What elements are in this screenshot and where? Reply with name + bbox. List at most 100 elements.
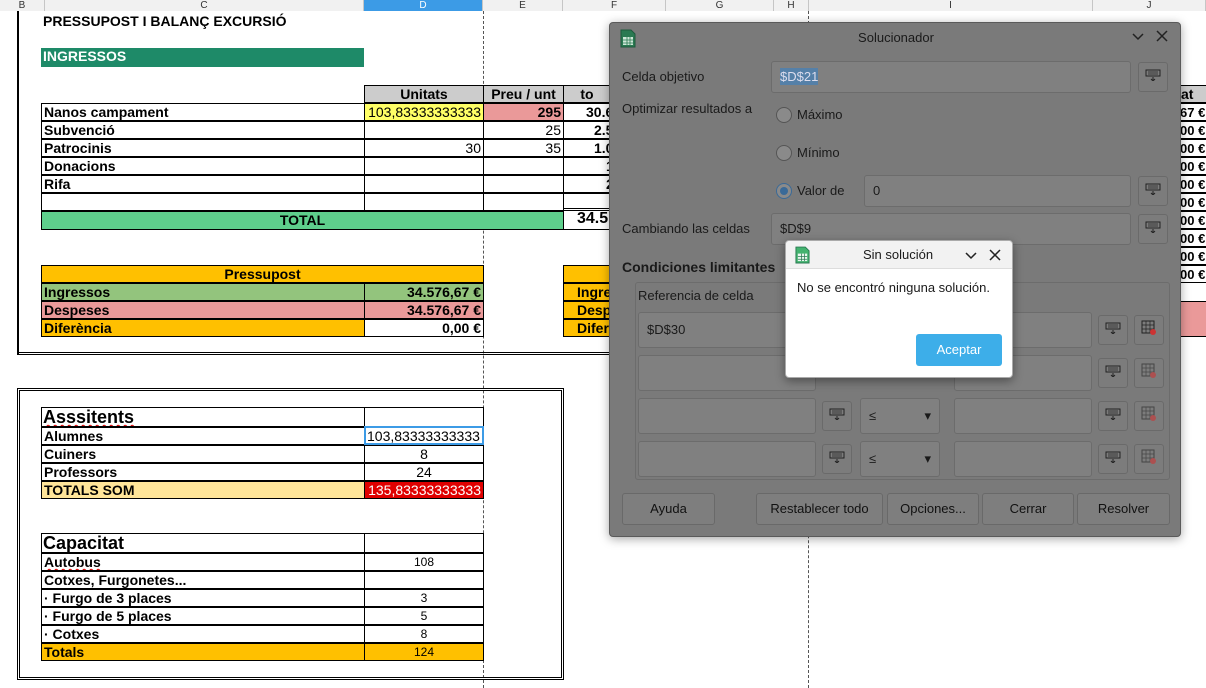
cotxes-value[interactable]: 8: [364, 625, 484, 643]
cell-total[interactable]: 1: [563, 157, 611, 175]
cell-units[interactable]: [364, 193, 484, 211]
balanc-despeses-label[interactable]: Desp: [563, 301, 611, 319]
cell-total[interactable]: 2: [563, 175, 611, 193]
cuiners-label[interactable]: Cuiners: [41, 445, 365, 463]
constraint-value-input[interactable]: [954, 398, 1092, 434]
column-header-h[interactable]: H: [774, 0, 809, 11]
cotxes-label[interactable]: · Cotxes: [41, 625, 365, 643]
total-value[interactable]: 34.5: [563, 208, 611, 230]
assistents-header-empty[interactable]: [364, 407, 484, 427]
column-header-d[interactable]: D: [364, 0, 483, 11]
delete-constraint-button[interactable]: [1134, 444, 1164, 474]
chevron-down-icon[interactable]: [1131, 29, 1145, 45]
column-header-g[interactable]: G: [666, 0, 774, 11]
radio-minimum-label[interactable]: Mínimo: [797, 145, 840, 160]
chevron-down-icon[interactable]: [964, 248, 978, 267]
cell-units[interactable]: 103,83333333333: [364, 103, 484, 121]
row-label[interactable]: Donacions: [41, 157, 365, 175]
column-header-i[interactable]: I: [809, 0, 1093, 11]
cell-price[interactable]: [483, 193, 564, 211]
balanc-ingressos-label[interactable]: Ingre: [563, 283, 611, 301]
professors-label[interactable]: Professors: [41, 463, 365, 481]
totals-value[interactable]: 124: [364, 643, 484, 661]
pressupost-ingressos-value[interactable]: 34.576,67 €: [364, 283, 484, 301]
totals-som-label[interactable]: TOTALS SOM: [41, 481, 365, 499]
total-label[interactable]: TOTAL: [41, 211, 564, 230]
shrink-changing-button[interactable]: [1138, 214, 1168, 244]
furgo3-value[interactable]: 3: [364, 589, 484, 607]
cell-units[interactable]: 30: [364, 139, 484, 157]
row-label[interactable]: Nanos campament: [41, 103, 365, 121]
cell-price[interactable]: [483, 157, 564, 175]
pressupost-ingressos-label[interactable]: Ingressos: [41, 283, 365, 301]
assistents-header[interactable]: Asssitents: [41, 407, 365, 427]
row-label[interactable]: Subvenció: [41, 121, 365, 139]
header-total[interactable]: to: [563, 85, 611, 103]
solve-button[interactable]: Resolver: [1077, 493, 1170, 525]
pressupost-despeses-value[interactable]: 34.576,67 €: [364, 301, 484, 319]
right-value[interactable]: 00 €: [1178, 121, 1206, 139]
shrink-constraint-button[interactable]: [1098, 315, 1128, 345]
furgo3-label[interactable]: · Furgo de 3 places: [41, 589, 365, 607]
furgo5-label[interactable]: · Furgo de 5 places: [41, 607, 365, 625]
right-header[interactable]: at: [1178, 85, 1206, 103]
shrink-constraint-button[interactable]: [1098, 401, 1128, 431]
constraint-ref-input[interactable]: [638, 441, 816, 477]
cell-units[interactable]: [364, 175, 484, 193]
cuiners-value[interactable]: 8: [364, 445, 484, 463]
column-header-b[interactable]: B: [0, 0, 45, 11]
cell-units[interactable]: [364, 121, 484, 139]
autobus-label[interactable]: Autobus: [41, 553, 365, 571]
close-icon[interactable]: [1155, 29, 1169, 45]
radio-value-of-label[interactable]: Valor de: [797, 183, 844, 198]
pressupost-header[interactable]: Pressupost: [41, 265, 484, 283]
alumnes-label[interactable]: Alumnes: [41, 427, 365, 445]
value-of-input[interactable]: 0: [864, 175, 1131, 207]
cell-units[interactable]: [364, 157, 484, 175]
row-label[interactable]: Patrocinis: [41, 139, 365, 157]
cell-price[interactable]: [483, 175, 564, 193]
right-value[interactable]: 00 €: [1178, 175, 1206, 193]
options-button[interactable]: Opciones...: [887, 493, 979, 525]
header-preu[interactable]: Preu / unt: [483, 85, 564, 103]
reset-all-button[interactable]: Restablecer todo: [756, 493, 883, 525]
cotxes-furgonetes-label[interactable]: Cotxes, Furgonetes...: [41, 571, 365, 589]
cell-total[interactable]: 30.6: [563, 103, 611, 121]
cell-price[interactable]: 35: [483, 139, 564, 157]
right-value[interactable]: 00 €: [1178, 193, 1206, 211]
pressupost-despeses-label[interactable]: Despeses: [41, 301, 365, 319]
alumnes-value-selected-cell[interactable]: 103,83333333333: [364, 426, 484, 445]
professors-value[interactable]: 24: [364, 463, 484, 481]
ingressos-header[interactable]: INGRESSOS: [41, 48, 364, 67]
column-header-f[interactable]: F: [563, 0, 666, 11]
right-value[interactable]: 00 €: [1178, 247, 1206, 265]
cell-total[interactable]: 2.5: [563, 121, 611, 139]
cotxes-furgonetes-value[interactable]: [364, 571, 484, 589]
shrink-value-button[interactable]: [1138, 176, 1168, 206]
right-value[interactable]: 00 €: [1178, 265, 1206, 283]
radio-maximum[interactable]: [776, 107, 792, 123]
right-value[interactable]: 00 €: [1178, 139, 1206, 157]
close-button[interactable]: Cerrar: [982, 493, 1074, 525]
delete-constraint-button[interactable]: [1134, 315, 1164, 345]
row-label[interactable]: Rifa: [41, 175, 365, 193]
right-value[interactable]: 00 €: [1178, 211, 1206, 229]
constraint-ref-input[interactable]: [638, 398, 816, 434]
target-cell-input[interactable]: $D$21: [771, 61, 1131, 93]
delete-constraint-button[interactable]: [1134, 358, 1164, 388]
radio-maximum-label[interactable]: Máximo: [797, 107, 843, 122]
cell-price[interactable]: 295: [483, 103, 564, 121]
totals-label[interactable]: Totals: [41, 643, 365, 661]
right-value[interactable]: 00 €: [1178, 229, 1206, 247]
close-icon[interactable]: [988, 248, 1002, 267]
right-red-cell[interactable]: [1178, 301, 1206, 337]
shrink-ref-button[interactable]: [822, 401, 852, 431]
right-value[interactable]: 67 €: [1178, 103, 1206, 121]
operator-select[interactable]: ≤ ▾: [860, 441, 940, 477]
autobus-value[interactable]: 108: [364, 553, 484, 571]
shrink-constraint-button[interactable]: [1098, 444, 1128, 474]
furgo5-value[interactable]: 5: [364, 607, 484, 625]
radio-minimum[interactable]: [776, 145, 792, 161]
sheet-title[interactable]: PRESSUPOST I BALANÇ EXCURSIÓ: [43, 13, 286, 31]
cell-total[interactable]: 1.0: [563, 139, 611, 157]
